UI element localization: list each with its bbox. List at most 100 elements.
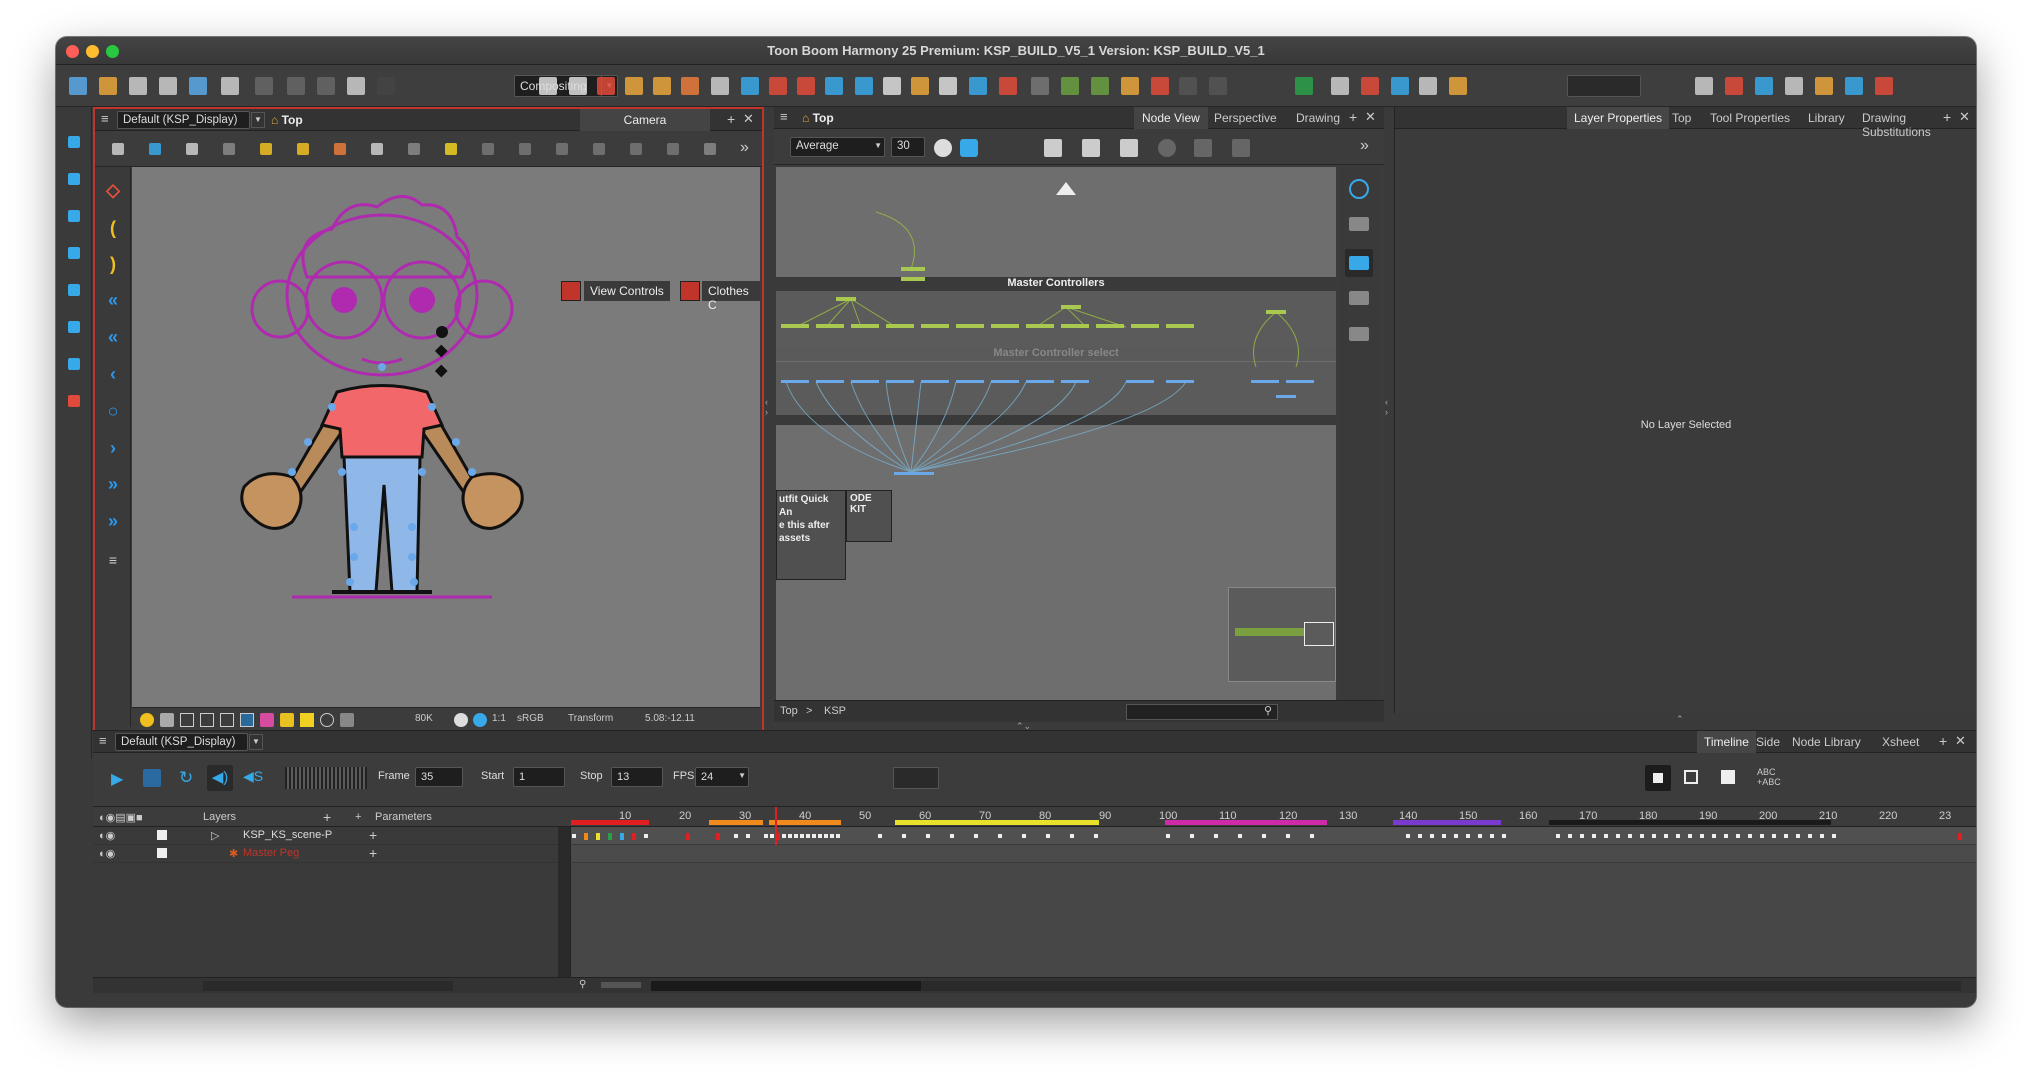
keyframe[interactable] bbox=[1760, 834, 1764, 838]
keyframe[interactable] bbox=[572, 834, 576, 838]
sound-scrub-icon[interactable]: ◀S bbox=[243, 768, 263, 785]
keyframe[interactable] bbox=[644, 834, 648, 838]
paint-icon[interactable] bbox=[650, 74, 674, 98]
start-input[interactable]: 1 bbox=[513, 767, 565, 787]
keyframe[interactable] bbox=[1478, 834, 1482, 838]
blend-mode-select[interactable]: Average ▼ bbox=[790, 137, 885, 157]
keyframe[interactable] bbox=[1592, 834, 1596, 838]
stop-motion-key-button[interactable] bbox=[1721, 770, 1735, 784]
display-select[interactable]: Default (KSP_Display) bbox=[117, 111, 250, 129]
keyframe[interactable] bbox=[878, 834, 882, 838]
cutter-icon[interactable] bbox=[1446, 74, 1470, 98]
eye-icon[interactable] bbox=[1349, 179, 1369, 199]
close-icon[interactable]: ✕ bbox=[743, 111, 754, 127]
tab-timeline[interactable]: Timeline bbox=[1697, 731, 1756, 753]
keyframe[interactable] bbox=[830, 834, 834, 838]
lines-icon[interactable] bbox=[331, 140, 349, 158]
open-icon[interactable] bbox=[96, 74, 120, 98]
clothes-swatch[interactable] bbox=[680, 281, 700, 301]
undo-icon[interactable] bbox=[218, 74, 242, 98]
light-table-icon[interactable] bbox=[405, 140, 423, 158]
safe-area-icon[interactable] bbox=[180, 713, 194, 727]
layer-name[interactable]: Master Peg bbox=[243, 847, 299, 859]
close-icon[interactable]: ✕ bbox=[1955, 733, 1966, 749]
timeline-tracks[interactable]: 10 20 30 40 50 60 70 80 90 100 110 120 130 140 150 160 1… bbox=[571, 807, 1976, 993]
node-search-input[interactable] bbox=[1126, 704, 1278, 720]
reset-view-icon[interactable] bbox=[320, 713, 334, 727]
deform-icon[interactable] bbox=[1118, 74, 1142, 98]
keyframe[interactable] bbox=[1712, 834, 1716, 838]
lock-icon[interactable] bbox=[280, 713, 294, 727]
keyframe[interactable] bbox=[1442, 834, 1446, 838]
tab-tool-properties[interactable]: Tool Properties bbox=[1703, 107, 1797, 129]
keyframe[interactable] bbox=[1430, 834, 1434, 838]
loop-icon[interactable]: ○ bbox=[104, 402, 122, 420]
keyframe[interactable] bbox=[800, 834, 804, 838]
keyframe[interactable] bbox=[1604, 834, 1608, 838]
clothes-button[interactable]: Clothes C bbox=[702, 281, 760, 312]
layer-name[interactable]: KSP_KS_scene-P bbox=[243, 829, 332, 841]
frame-input[interactable]: 35 bbox=[415, 767, 463, 787]
keyframe[interactable] bbox=[1748, 834, 1752, 838]
add-layer-icon[interactable]: + bbox=[323, 809, 331, 825]
onion-icon[interactable] bbox=[1292, 74, 1316, 98]
scene-marker[interactable] bbox=[1165, 820, 1327, 825]
first-frame-icon[interactable]: « bbox=[104, 291, 122, 309]
scene-marker[interactable] bbox=[769, 820, 841, 825]
add-view-icon[interactable]: + bbox=[1943, 109, 1951, 125]
zoom-icon[interactable]: ⚲ bbox=[579, 979, 586, 990]
stop-input[interactable]: 13 bbox=[611, 767, 663, 787]
menu-icon[interactable]: ≡ bbox=[104, 551, 122, 569]
magic-wand-icon[interactable] bbox=[1416, 74, 1440, 98]
camera-canvas[interactable]: View Controls Clothes C bbox=[132, 167, 760, 707]
keyframe[interactable] bbox=[1832, 834, 1836, 838]
keyframe[interactable] bbox=[1772, 834, 1776, 838]
pattern-icon[interactable] bbox=[590, 140, 608, 158]
play-selection-icon[interactable] bbox=[143, 769, 161, 787]
keyframe[interactable] bbox=[1700, 834, 1704, 838]
color-space[interactable]: sRGB bbox=[517, 713, 544, 724]
light-icon[interactable] bbox=[1328, 74, 1352, 98]
keyframe[interactable] bbox=[608, 833, 612, 840]
layers-h-scrollbar[interactable] bbox=[203, 981, 453, 991]
keyframe[interactable] bbox=[716, 833, 720, 840]
pivot-icon[interactable] bbox=[822, 74, 846, 98]
layer-row[interactable]: ◐◉ ▷ KSP_KS_scene-P + bbox=[93, 827, 571, 845]
keyframe[interactable] bbox=[686, 833, 690, 840]
keyframe[interactable] bbox=[1556, 834, 1560, 838]
text-icon[interactable] bbox=[708, 74, 732, 98]
blend-value-field[interactable]: 30 bbox=[891, 137, 925, 157]
bone-person-icon[interactable] bbox=[1752, 74, 1776, 98]
lock-drawing-icon[interactable] bbox=[294, 140, 312, 158]
pencil-icon[interactable] bbox=[622, 74, 646, 98]
composite-icon[interactable] bbox=[1232, 139, 1250, 157]
toolbar-field[interactable] bbox=[1567, 75, 1641, 97]
breadcrumb-top[interactable]: Top bbox=[780, 705, 798, 717]
scene-marker[interactable] bbox=[709, 820, 763, 825]
keyframe[interactable] bbox=[1046, 834, 1050, 838]
cut-icon[interactable] bbox=[1812, 74, 1836, 98]
camera-mask-icon[interactable] bbox=[160, 713, 174, 727]
bulb-icon[interactable] bbox=[442, 140, 460, 158]
chevron-down-icon[interactable]: ▼ bbox=[251, 112, 265, 128]
layer-stack-icon[interactable] bbox=[1692, 74, 1716, 98]
keyframe[interactable] bbox=[974, 834, 978, 838]
minimap-viewport[interactable] bbox=[1304, 622, 1334, 646]
menu-icon[interactable]: ≡ bbox=[99, 734, 107, 747]
keyframe[interactable] bbox=[1640, 834, 1644, 838]
splitter-handle[interactable]: ‹ › bbox=[765, 397, 773, 437]
sun-icon[interactable] bbox=[473, 713, 487, 727]
ik-icon[interactable] bbox=[64, 391, 84, 411]
keyframe[interactable] bbox=[1628, 834, 1632, 838]
fps-select[interactable]: 24 ▼ bbox=[695, 767, 749, 787]
eraser-icon[interactable] bbox=[678, 74, 702, 98]
play-icon[interactable]: ▶ bbox=[111, 769, 123, 789]
breadcrumb-ksp[interactable]: KSP bbox=[824, 705, 846, 717]
layers-selected-icon[interactable] bbox=[1345, 249, 1373, 277]
keyframe[interactable] bbox=[1796, 834, 1800, 838]
dropper-icon[interactable] bbox=[794, 74, 818, 98]
camera-mask-icon[interactable] bbox=[183, 140, 201, 158]
keyframe[interactable] bbox=[620, 833, 624, 840]
tab-side[interactable]: Side bbox=[1749, 731, 1787, 753]
keyframe[interactable] bbox=[1652, 834, 1656, 838]
